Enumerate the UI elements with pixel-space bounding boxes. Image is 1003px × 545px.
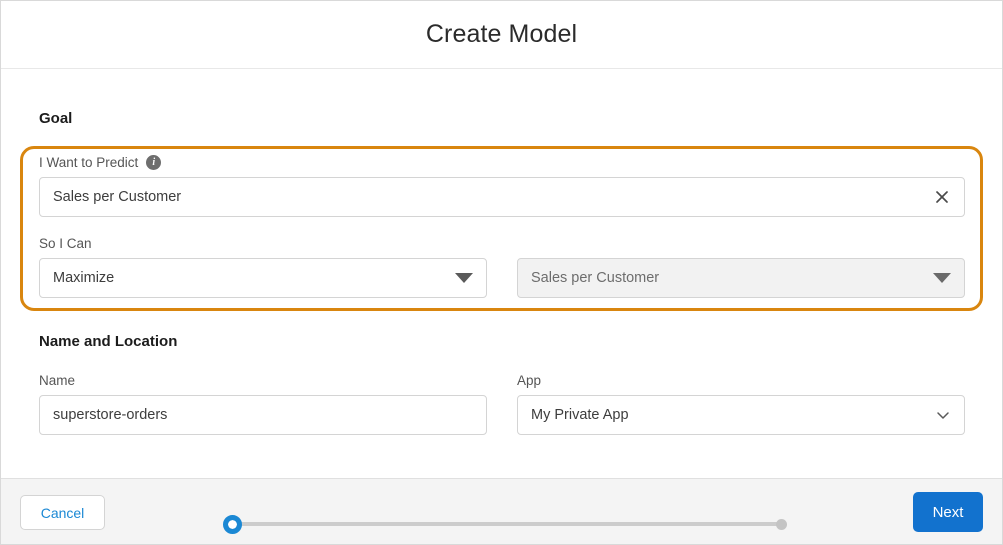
next-button[interactable]: Next xyxy=(913,492,983,532)
step-dot-2[interactable] xyxy=(776,518,787,530)
metric-select[interactable]: Sales per Customer xyxy=(517,258,965,298)
section-title-name-and-location: Name and Location xyxy=(39,333,178,350)
name-field[interactable]: superstore-orders xyxy=(39,395,487,435)
page-title: Create Model xyxy=(425,20,578,48)
app-select[interactable]: My Private App xyxy=(517,395,965,435)
app-value: My Private App xyxy=(531,407,629,423)
app-label-text: App xyxy=(517,373,542,388)
predict-field[interactable]: Sales per Customer xyxy=(39,177,965,217)
label-app: App xyxy=(517,373,541,388)
so-i-can-label-text: So I Can xyxy=(39,236,92,251)
metric-value: Sales per Customer xyxy=(531,270,660,286)
label-name: Name xyxy=(39,373,75,388)
close-icon[interactable] xyxy=(933,188,951,206)
predict-label-text: I Want to Predict xyxy=(39,155,139,170)
label-so-i-can: So I Can xyxy=(39,236,92,251)
name-value: superstore-orders xyxy=(53,407,168,423)
objective-value: Maximize xyxy=(53,270,115,286)
step-track xyxy=(237,522,778,526)
label-i-want-to-predict: I Want to Predict i xyxy=(39,155,162,170)
dialog-footer: Cancel Next xyxy=(1,478,1002,544)
chevron-down-icon xyxy=(935,407,951,423)
name-label-text: Name xyxy=(39,373,76,388)
create-model-dialog: Create Model Goal I Want to Predict i Sa… xyxy=(0,0,1003,545)
predict-value: Sales per Customer xyxy=(53,189,182,205)
step-dot-1[interactable] xyxy=(223,514,242,534)
objective-select[interactable]: Maximize xyxy=(39,258,487,298)
caret-down-icon xyxy=(933,273,951,283)
dialog-header: Create Model xyxy=(1,1,1002,69)
section-title-goal: Goal xyxy=(39,110,73,127)
wizard-step-indicator xyxy=(223,514,787,534)
caret-down-icon xyxy=(455,273,473,283)
info-icon[interactable]: i xyxy=(146,155,162,170)
cancel-button[interactable]: Cancel xyxy=(20,495,105,530)
dialog-body: Goal I Want to Predict i Sales per Custo… xyxy=(1,70,1002,478)
